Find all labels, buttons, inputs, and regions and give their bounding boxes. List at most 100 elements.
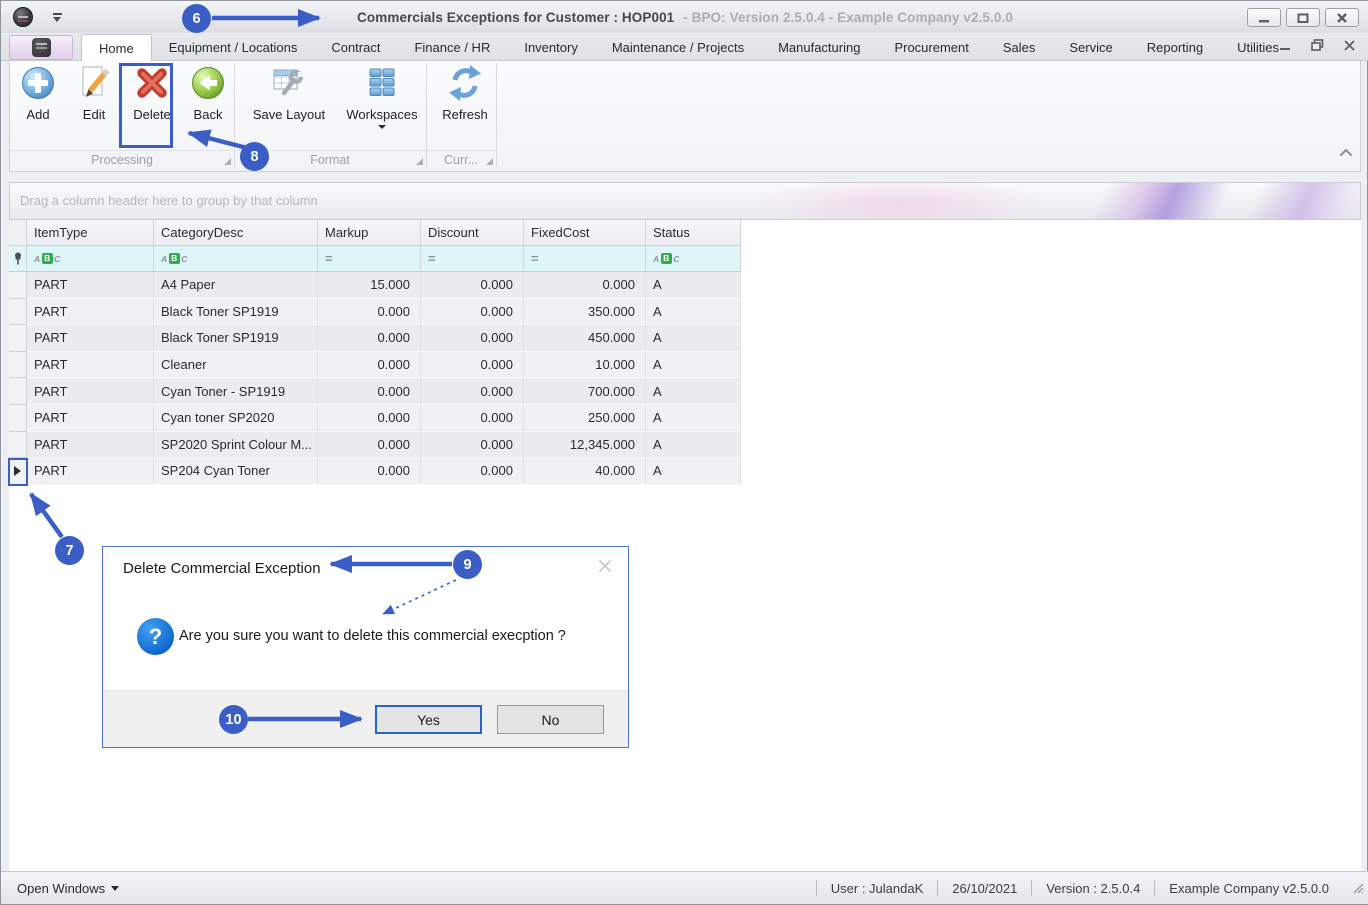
- close-button[interactable]: [1325, 8, 1359, 27]
- yes-button[interactable]: Yes: [375, 705, 482, 734]
- refresh-label: Refresh: [442, 107, 488, 122]
- column-header-markup[interactable]: Markup: [318, 220, 421, 246]
- open-windows-dropdown[interactable]: Open Windows: [17, 881, 120, 896]
- column-header-categorydesc[interactable]: CategoryDesc: [154, 220, 318, 246]
- ribbon-group-currency: Curr...: [426, 150, 496, 168]
- decorative-swirl: [1230, 183, 1360, 219]
- tab-finance-hr[interactable]: Finance / HR: [397, 33, 507, 61]
- tab-service[interactable]: Service: [1052, 33, 1129, 61]
- cell-status: A: [646, 325, 741, 352]
- maximize-button[interactable]: [1286, 8, 1320, 27]
- tab-contract[interactable]: Contract: [314, 33, 397, 61]
- mdi-restore-icon[interactable]: [1311, 39, 1324, 51]
- group-label-format: Format: [310, 152, 350, 167]
- workspaces-icon: [369, 68, 395, 96]
- cell-categorydesc: Cyan toner SP2020: [154, 404, 318, 432]
- refresh-button[interactable]: Refresh: [434, 64, 496, 122]
- statusbar-separator: [1031, 880, 1033, 896]
- tab-equipment-locations[interactable]: Equipment / Locations: [152, 33, 315, 61]
- mdi-close-icon[interactable]: [1344, 39, 1355, 51]
- cell-categorydesc: SP204 Cyan Toner: [154, 458, 318, 485]
- maximize-icon: [1297, 13, 1309, 23]
- statusbar-right: User : JulandaK 26/10/2021 Version : 2.5.0…: [815, 880, 1329, 896]
- application-menu-button[interactable]: [9, 35, 73, 60]
- grid-filter-row: A B C A B C = = = A B C: [9, 246, 1361, 272]
- statusbar-separator: [815, 880, 817, 896]
- workspaces-button[interactable]: Workspaces: [340, 64, 424, 129]
- table-row[interactable]: PART Cleaner 0.000 0.000 10.000 A: [9, 351, 1361, 379]
- filter-pin-cell[interactable]: [9, 246, 27, 272]
- cell-discount: 0.000: [421, 325, 524, 352]
- cell-fixedcost: 450.000: [524, 325, 646, 352]
- grid-group-panel[interactable]: Drag a column header here to group by th…: [9, 182, 1361, 220]
- tab-reporting[interactable]: Reporting: [1130, 33, 1220, 61]
- row-indicator: [9, 325, 27, 352]
- grid-header-row: ItemType CategoryDesc Markup Discount FixedC…: [9, 220, 1361, 246]
- resize-grip[interactable]: [1351, 881, 1365, 900]
- dialog-message: Are you sure you want to delete this com…: [179, 628, 566, 644]
- cell-status: A: [646, 272, 741, 299]
- column-header-fixedcost[interactable]: FixedCost: [524, 220, 646, 246]
- group-dialog-launcher-icon[interactable]: [486, 158, 493, 165]
- table-row[interactable]: PART SP2020 Sprint Colour M... 0.000 0.000 1…: [9, 431, 1361, 459]
- pushpin-icon: [14, 252, 21, 265]
- edit-label: Edit: [82, 107, 106, 122]
- group-dialog-launcher-icon[interactable]: [416, 158, 423, 165]
- filter-cell-categorydesc[interactable]: ABC: [154, 246, 318, 272]
- tab-inventory[interactable]: Inventory: [507, 33, 594, 61]
- cell-itemtype: PART: [27, 404, 154, 432]
- chevron-up-icon: [1340, 149, 1352, 156]
- cell-categorydesc: Black Toner SP1919: [154, 298, 318, 326]
- group-label-currency: Curr...: [443, 152, 479, 167]
- add-button[interactable]: Add: [12, 64, 64, 122]
- cell-markup: 0.000: [318, 298, 421, 326]
- text-filter-icon: ABC: [34, 253, 61, 264]
- group-panel-hint: Drag a column header here to group by th…: [20, 193, 318, 208]
- no-button[interactable]: No: [497, 705, 604, 734]
- cell-discount: 0.000: [421, 298, 524, 326]
- callout-7: 7: [55, 536, 84, 565]
- tab-home[interactable]: Home: [81, 34, 152, 61]
- ribbon-group-separator: [496, 63, 497, 167]
- dialog-close-button[interactable]: [598, 559, 612, 578]
- menu-tab-row: Home Equipment / Locations Contract Finance…: [1, 33, 1368, 61]
- save-layout-button[interactable]: Save Layout: [248, 64, 330, 122]
- tab-procurement[interactable]: Procurement: [877, 33, 985, 61]
- minimize-button[interactable]: [1247, 8, 1281, 27]
- edit-button[interactable]: Edit: [68, 64, 120, 122]
- table-row[interactable]: PART SP204 Cyan Toner 0.000 0.000 40.000 A: [9, 458, 1361, 485]
- row-indicator: [9, 272, 27, 299]
- table-row[interactable]: PART Black Toner SP1919 0.000 0.000 350.000 A: [9, 298, 1361, 326]
- table-row[interactable]: PART Cyan toner SP2020 0.000 0.000 250.000 A: [9, 404, 1361, 432]
- callout-8: 8: [240, 142, 269, 171]
- text-filter-icon: ABC: [161, 253, 188, 264]
- quick-access-dropdown-icon[interactable]: [53, 13, 63, 22]
- back-button[interactable]: Back: [182, 64, 234, 122]
- cell-discount: 0.000: [421, 351, 524, 379]
- filter-cell-markup[interactable]: =: [318, 246, 421, 272]
- tab-sales[interactable]: Sales: [986, 33, 1053, 61]
- cell-categorydesc: Cleaner: [154, 351, 318, 379]
- resize-grip-icon: [1353, 883, 1364, 894]
- column-header-discount[interactable]: Discount: [421, 220, 524, 246]
- tab-manufacturing[interactable]: Manufacturing: [761, 33, 877, 61]
- callout-9: 9: [453, 550, 482, 579]
- tab-maintenance-projects[interactable]: Maintenance / Projects: [595, 33, 761, 61]
- group-dialog-launcher-icon[interactable]: [224, 158, 231, 165]
- column-header-status[interactable]: Status: [646, 220, 741, 246]
- column-header-itemtype[interactable]: ItemType: [27, 220, 154, 246]
- table-row[interactable]: PART Black Toner SP1919 0.000 0.000 450.000 A: [9, 325, 1361, 352]
- table-row[interactable]: PART Cyan Toner - SP1919 0.000 0.000 700.000…: [9, 378, 1361, 405]
- mdi-minimize-icon[interactable]: [1280, 40, 1291, 51]
- cell-fixedcost: 350.000: [524, 298, 646, 326]
- filter-cell-itemtype[interactable]: ABC: [27, 246, 154, 272]
- ribbon: Add Edit Delete Back Save Layout Workspa…: [9, 61, 1361, 172]
- delete-button[interactable]: Delete: [124, 64, 180, 122]
- ribbon-collapse-button[interactable]: [1338, 146, 1354, 165]
- cell-markup: 0.000: [318, 378, 421, 405]
- filter-cell-fixedcost[interactable]: =: [524, 246, 646, 272]
- cell-fixedcost: 40.000: [524, 458, 646, 485]
- filter-cell-status[interactable]: ABC: [646, 246, 741, 272]
- filter-cell-discount[interactable]: =: [421, 246, 524, 272]
- table-row[interactable]: PART A4 Paper 15.000 0.000 0.000 A: [9, 272, 1361, 299]
